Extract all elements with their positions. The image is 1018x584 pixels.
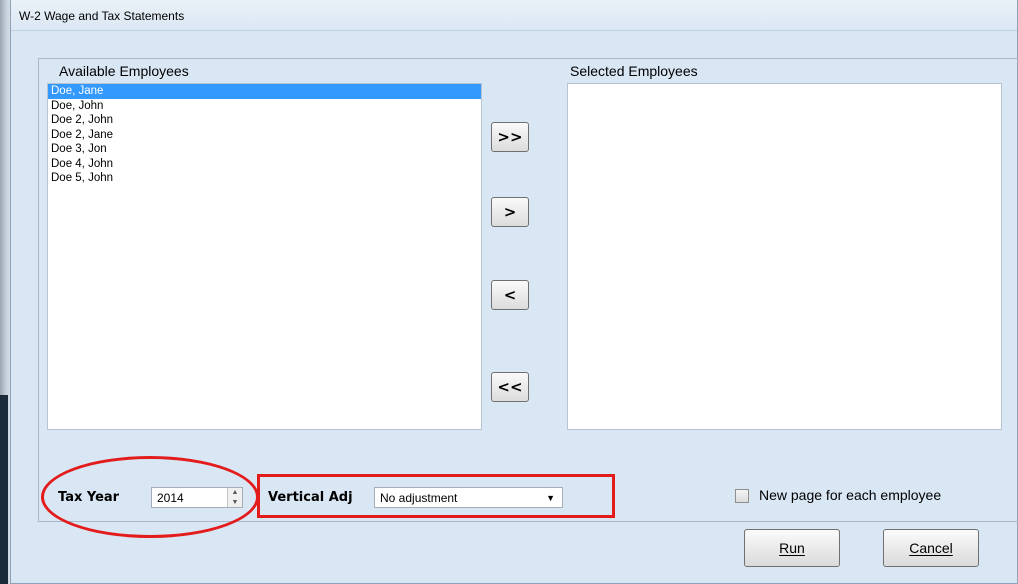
available-employees-label: Available Employees <box>59 63 189 79</box>
tax-year-value: 2014 <box>157 491 184 505</box>
spin-down-icon[interactable]: ▼ <box>228 498 242 508</box>
tax-year-stepper[interactable]: 2014 ▲ ▼ <box>151 487 243 508</box>
cancel-button-label: Cancel <box>909 540 953 556</box>
background-dark-strip <box>0 395 8 584</box>
vertical-adj-label: Vertical Adj <box>268 490 353 505</box>
add-all-button[interactable]: >> <box>491 122 529 152</box>
spin-up-icon[interactable]: ▲ <box>228 488 242 498</box>
list-item[interactable]: Doe, John <box>48 99 481 114</box>
selected-employees-list[interactable] <box>567 83 1002 430</box>
available-employees-list[interactable]: Doe, Jane Doe, John Doe 2, John Doe 2, Jane… <box>47 83 482 430</box>
tax-year-label: Tax Year <box>58 490 120 505</box>
run-button-label: Run <box>779 540 805 556</box>
list-item[interactable]: Doe 3, Jon <box>48 142 481 157</box>
remove-all-button[interactable]: << <box>491 372 529 402</box>
list-item[interactable]: Doe 2, Jane <box>48 128 481 143</box>
new-page-checkbox[interactable] <box>735 489 749 503</box>
tax-year-spin-arrows[interactable]: ▲ ▼ <box>227 488 242 507</box>
cancel-button[interactable]: Cancel <box>883 529 979 567</box>
add-one-button[interactable]: > <box>491 197 529 227</box>
list-item[interactable]: Doe 4, John <box>48 157 481 172</box>
selected-employees-label: Selected Employees <box>570 63 698 79</box>
list-item[interactable]: Doe 2, John <box>48 113 481 128</box>
remove-one-button[interactable]: < <box>491 280 529 310</box>
chevron-down-icon[interactable]: ▼ <box>546 493 555 503</box>
list-item[interactable]: Doe, Jane <box>48 84 481 99</box>
w2-dialog: W-2 Wage and Tax Statements Available Em… <box>10 0 1018 584</box>
list-item[interactable]: Doe 5, John <box>48 171 481 186</box>
run-button[interactable]: Run <box>744 529 840 567</box>
window-title: W-2 Wage and Tax Statements <box>19 9 185 23</box>
vertical-adj-value: No adjustment <box>380 491 458 505</box>
vertical-adj-select[interactable]: No adjustment ▼ <box>374 487 563 508</box>
new-page-label[interactable]: New page for each employee <box>759 487 941 503</box>
title-bar: W-2 Wage and Tax Statements <box>11 0 1017 31</box>
